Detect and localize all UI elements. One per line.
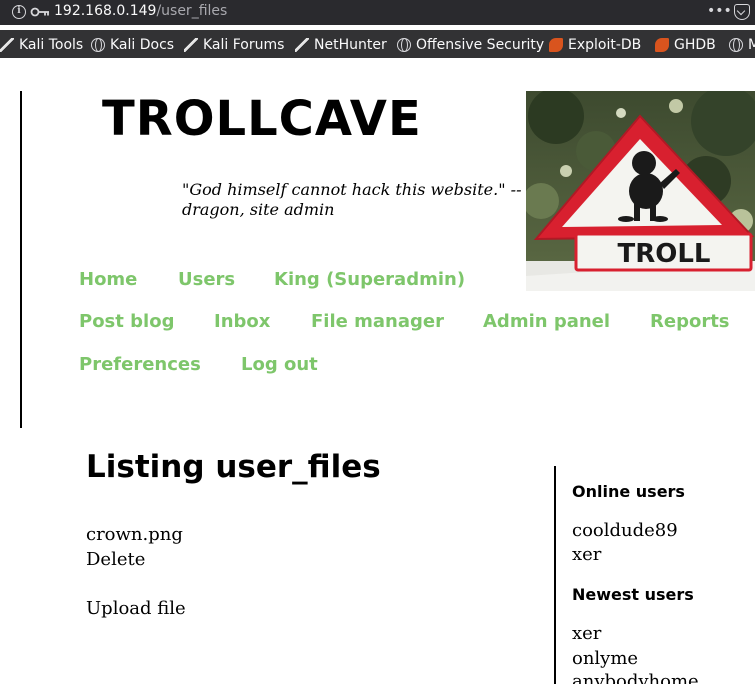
kali-icon bbox=[0, 38, 14, 52]
bookmark-label: Kali Tools bbox=[19, 37, 84, 53]
nav-admin-panel[interactable]: Admin panel bbox=[483, 311, 610, 332]
page-title: Listing user_files bbox=[86, 449, 381, 485]
globe-icon bbox=[729, 38, 743, 52]
exploit-db-icon bbox=[655, 38, 669, 52]
exploit-db-icon bbox=[549, 38, 563, 52]
nav-file-manager[interactable]: File manager bbox=[311, 311, 444, 332]
bookmark-label: NetHunter bbox=[314, 37, 387, 53]
kali-icon bbox=[184, 38, 198, 52]
site-tagline: "God himself cannot hack this website." … bbox=[182, 180, 522, 219]
bookmark-m[interactable]: M bbox=[729, 35, 755, 55]
pocket-icon[interactable] bbox=[734, 4, 750, 20]
globe-icon bbox=[91, 38, 105, 52]
bookmark-kali-forums[interactable]: Kali Forums bbox=[184, 35, 284, 55]
key-icon[interactable] bbox=[30, 5, 50, 19]
more-actions-icon[interactable]: ••• bbox=[707, 3, 732, 19]
header-left-border bbox=[20, 91, 22, 428]
page-content: TROLLCAVE "God himself cannot hack this … bbox=[0, 58, 755, 684]
url-text[interactable]: 192.168.0.149/user_files bbox=[54, 3, 227, 19]
online-user: xer bbox=[572, 544, 602, 565]
bookmark-label: Kali Forums bbox=[203, 37, 285, 53]
nav-log-out[interactable]: Log out bbox=[241, 354, 318, 375]
bookmark-kali-docs[interactable]: Kali Docs bbox=[91, 35, 174, 55]
bookmark-ghdb[interactable]: GHDB bbox=[655, 35, 716, 55]
bookmark-nethunter[interactable]: NetHunter bbox=[295, 35, 387, 55]
file-name[interactable]: crown.png bbox=[86, 524, 183, 545]
bookmark-exploit-db[interactable]: Exploit-DB bbox=[549, 35, 641, 55]
bookmark-label: Exploit-DB bbox=[568, 37, 642, 53]
newest-user: xer bbox=[572, 623, 602, 644]
nav-home[interactable]: Home bbox=[79, 269, 137, 290]
nav-king-superadmin[interactable]: King (Superadmin) bbox=[274, 269, 465, 290]
url-path: /user_files bbox=[156, 3, 228, 19]
url-host: 192.168.0.149 bbox=[54, 3, 157, 19]
url-bar[interactable]: i 192.168.0.149/user_files ••• bbox=[0, 0, 755, 25]
nav-reports[interactable]: Reports bbox=[650, 311, 730, 332]
kali-icon bbox=[295, 38, 309, 52]
upload-file-link[interactable]: Upload file bbox=[86, 598, 186, 619]
troll-sign-image: TROLL bbox=[526, 91, 755, 291]
sidebar-left-border bbox=[554, 466, 556, 684]
bookmarks-toolbar: Kali Tools Kali Docs Kali Forums NetHunt… bbox=[0, 30, 755, 58]
site-title: TROLLCAVE bbox=[102, 91, 422, 147]
online-user: cooldude89 bbox=[572, 520, 678, 541]
bookmark-kali-tools[interactable]: Kali Tools bbox=[0, 35, 83, 55]
newest-user: anybodyhome bbox=[572, 671, 699, 684]
bookmark-label: GHDB bbox=[674, 37, 716, 53]
info-icon[interactable]: i bbox=[12, 5, 26, 19]
globe-icon bbox=[397, 38, 411, 52]
bookmark-offensive-security[interactable]: Offensive Security bbox=[397, 35, 544, 55]
nav-preferences[interactable]: Preferences bbox=[79, 354, 201, 375]
nav-inbox[interactable]: Inbox bbox=[214, 311, 270, 332]
sign-text: TROLL bbox=[618, 239, 711, 269]
delete-link[interactable]: Delete bbox=[86, 549, 145, 570]
newest-users-heading: Newest users bbox=[572, 585, 694, 604]
bookmark-label: Offensive Security bbox=[416, 37, 545, 53]
nav-post-blog[interactable]: Post blog bbox=[79, 311, 174, 332]
online-users-heading: Online users bbox=[572, 482, 685, 501]
bookmark-label: Kali Docs bbox=[110, 37, 175, 53]
newest-user: onlyme bbox=[572, 648, 639, 669]
bookmark-label: M bbox=[748, 37, 755, 53]
nav-users[interactable]: Users bbox=[178, 269, 235, 290]
